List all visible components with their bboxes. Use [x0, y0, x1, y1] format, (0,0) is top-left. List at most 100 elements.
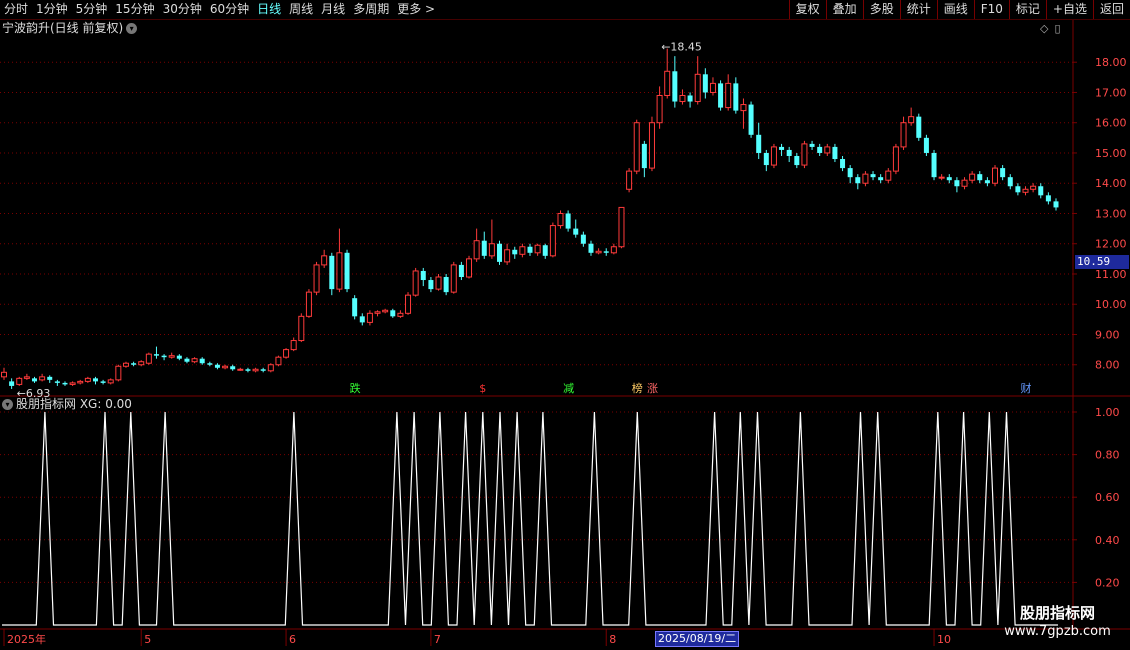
candle-body-down — [573, 228, 579, 235]
candle-body-up — [885, 170, 892, 181]
candle-body-down — [100, 381, 106, 383]
watermark: 股朋指标网 www.7gpzb.com — [985, 604, 1130, 640]
candle-body-up — [168, 355, 175, 358]
candle-body-up — [473, 240, 480, 260]
candle-body-down — [161, 355, 167, 358]
candle-body-up — [740, 104, 747, 112]
event-marker: 涨 — [647, 382, 658, 395]
candle-body-down — [230, 366, 236, 370]
candle-body-down — [794, 155, 800, 166]
candle-body-down — [878, 177, 884, 181]
event-marker: 财 — [1021, 381, 1032, 395]
price-tick-label: 11.00 — [1095, 268, 1127, 281]
price-tick-label: 8.00 — [1095, 359, 1120, 372]
candle-body-down — [542, 245, 548, 256]
candle-body-down — [733, 83, 739, 111]
candle-body-up — [961, 179, 968, 187]
x-axis-label: 8 — [609, 633, 616, 646]
candle-body-down — [786, 149, 792, 156]
candle-body-up — [16, 377, 23, 385]
candle-body-down — [984, 180, 990, 184]
candle-body-down — [344, 252, 350, 290]
candle-body-up — [374, 311, 381, 314]
candle-body-up — [405, 294, 412, 314]
candle-body-down — [954, 180, 960, 187]
candle-body-up — [1022, 188, 1029, 193]
candle-body-up — [969, 173, 976, 181]
candle-body-down — [390, 310, 396, 317]
candle-body-up — [900, 122, 907, 148]
candle-body-down — [359, 316, 365, 323]
candle-body-down — [260, 369, 266, 371]
candle-body-up — [366, 312, 373, 323]
candle-body-up — [39, 376, 46, 381]
xg-tick-label: 1.00 — [1095, 406, 1120, 419]
indicator-label: 股朋指标网 XG: 0.00 — [16, 397, 132, 411]
candle-body-up — [138, 361, 145, 366]
candle-body-up — [321, 255, 328, 266]
kline-chart-canvas: 8.00 9.00 10.00 11.00 12.00 13.00 14.00 15.00 16… — [0, 20, 1130, 646]
candle-body-up — [801, 143, 808, 166]
high-price-label: ←18.45 — [661, 41, 702, 54]
candle-body-up — [633, 122, 640, 172]
candle-body-down — [481, 240, 487, 256]
candle-body-down — [62, 382, 68, 385]
watermark-title: 股朋指标网 — [1019, 604, 1095, 622]
candle-body-down — [855, 177, 861, 184]
candle-body-down — [512, 249, 518, 255]
candle-body-down — [214, 364, 220, 368]
candle-body-down — [763, 152, 769, 166]
x-axis-label: 2025年 — [7, 632, 46, 646]
candle-body-down — [687, 95, 693, 102]
candle-body-up — [267, 364, 274, 372]
candle-body-up — [626, 170, 633, 190]
candle-body-down — [458, 264, 464, 278]
candle-body-up — [313, 264, 320, 293]
xg-tick-label: 0.40 — [1095, 534, 1120, 547]
candle-body-up — [412, 270, 419, 296]
candle-body-up — [84, 377, 91, 382]
candle-body-down — [1000, 168, 1006, 178]
chevron-down-icon[interactable]: ▾ — [2, 399, 13, 410]
candle-body-up — [679, 94, 686, 103]
candle-body-up — [648, 122, 655, 169]
candle-body-up — [725, 82, 732, 109]
candle-body-up — [549, 225, 556, 257]
price-tick-label: 16.00 — [1095, 117, 1127, 130]
candle-body-up — [275, 356, 282, 366]
candle-body-down — [748, 104, 754, 135]
price-tick-label: 10.00 — [1095, 298, 1127, 311]
candle-body-down — [832, 146, 838, 160]
candle-body-down — [756, 134, 762, 153]
candle-body-down — [817, 146, 823, 153]
price-tick-label: 12.00 — [1095, 238, 1127, 251]
candle-body-up — [862, 173, 869, 184]
candle-body-down — [1038, 186, 1044, 196]
candle-body-down — [1053, 201, 1059, 208]
candle-body-down — [916, 116, 922, 138]
xg-tick-label: 0.20 — [1095, 576, 1120, 589]
candle-body-down — [672, 71, 678, 102]
xg-series-line — [2, 411, 1058, 626]
price-tick-label: 18.00 — [1095, 56, 1127, 69]
candle-body-up — [534, 244, 541, 254]
indicator-title: ▾ 股朋指标网 XG: 0.00 — [2, 397, 132, 412]
event-marker: 跌 — [350, 381, 361, 395]
candle-body-down — [47, 376, 53, 380]
candle-body-down — [603, 251, 609, 253]
price-tick-label: 17.00 — [1095, 86, 1127, 99]
candle-body-down — [641, 143, 647, 169]
candle-body-down — [779, 146, 785, 150]
x-axis-label: 5 — [144, 633, 151, 646]
candle-body-up — [466, 258, 473, 278]
candle-body-down — [931, 152, 937, 178]
candle-body-up — [23, 376, 30, 379]
candle-body-up — [290, 340, 297, 351]
candle-body-up — [107, 379, 114, 384]
xg-tick-label: 0.60 — [1095, 491, 1120, 504]
watermark-url: www.7gpzb.com — [1004, 624, 1111, 639]
candle-body-up — [488, 243, 495, 257]
candle-body-down — [443, 277, 449, 293]
candle-body-up — [709, 82, 716, 93]
candle-body-up — [450, 264, 457, 293]
